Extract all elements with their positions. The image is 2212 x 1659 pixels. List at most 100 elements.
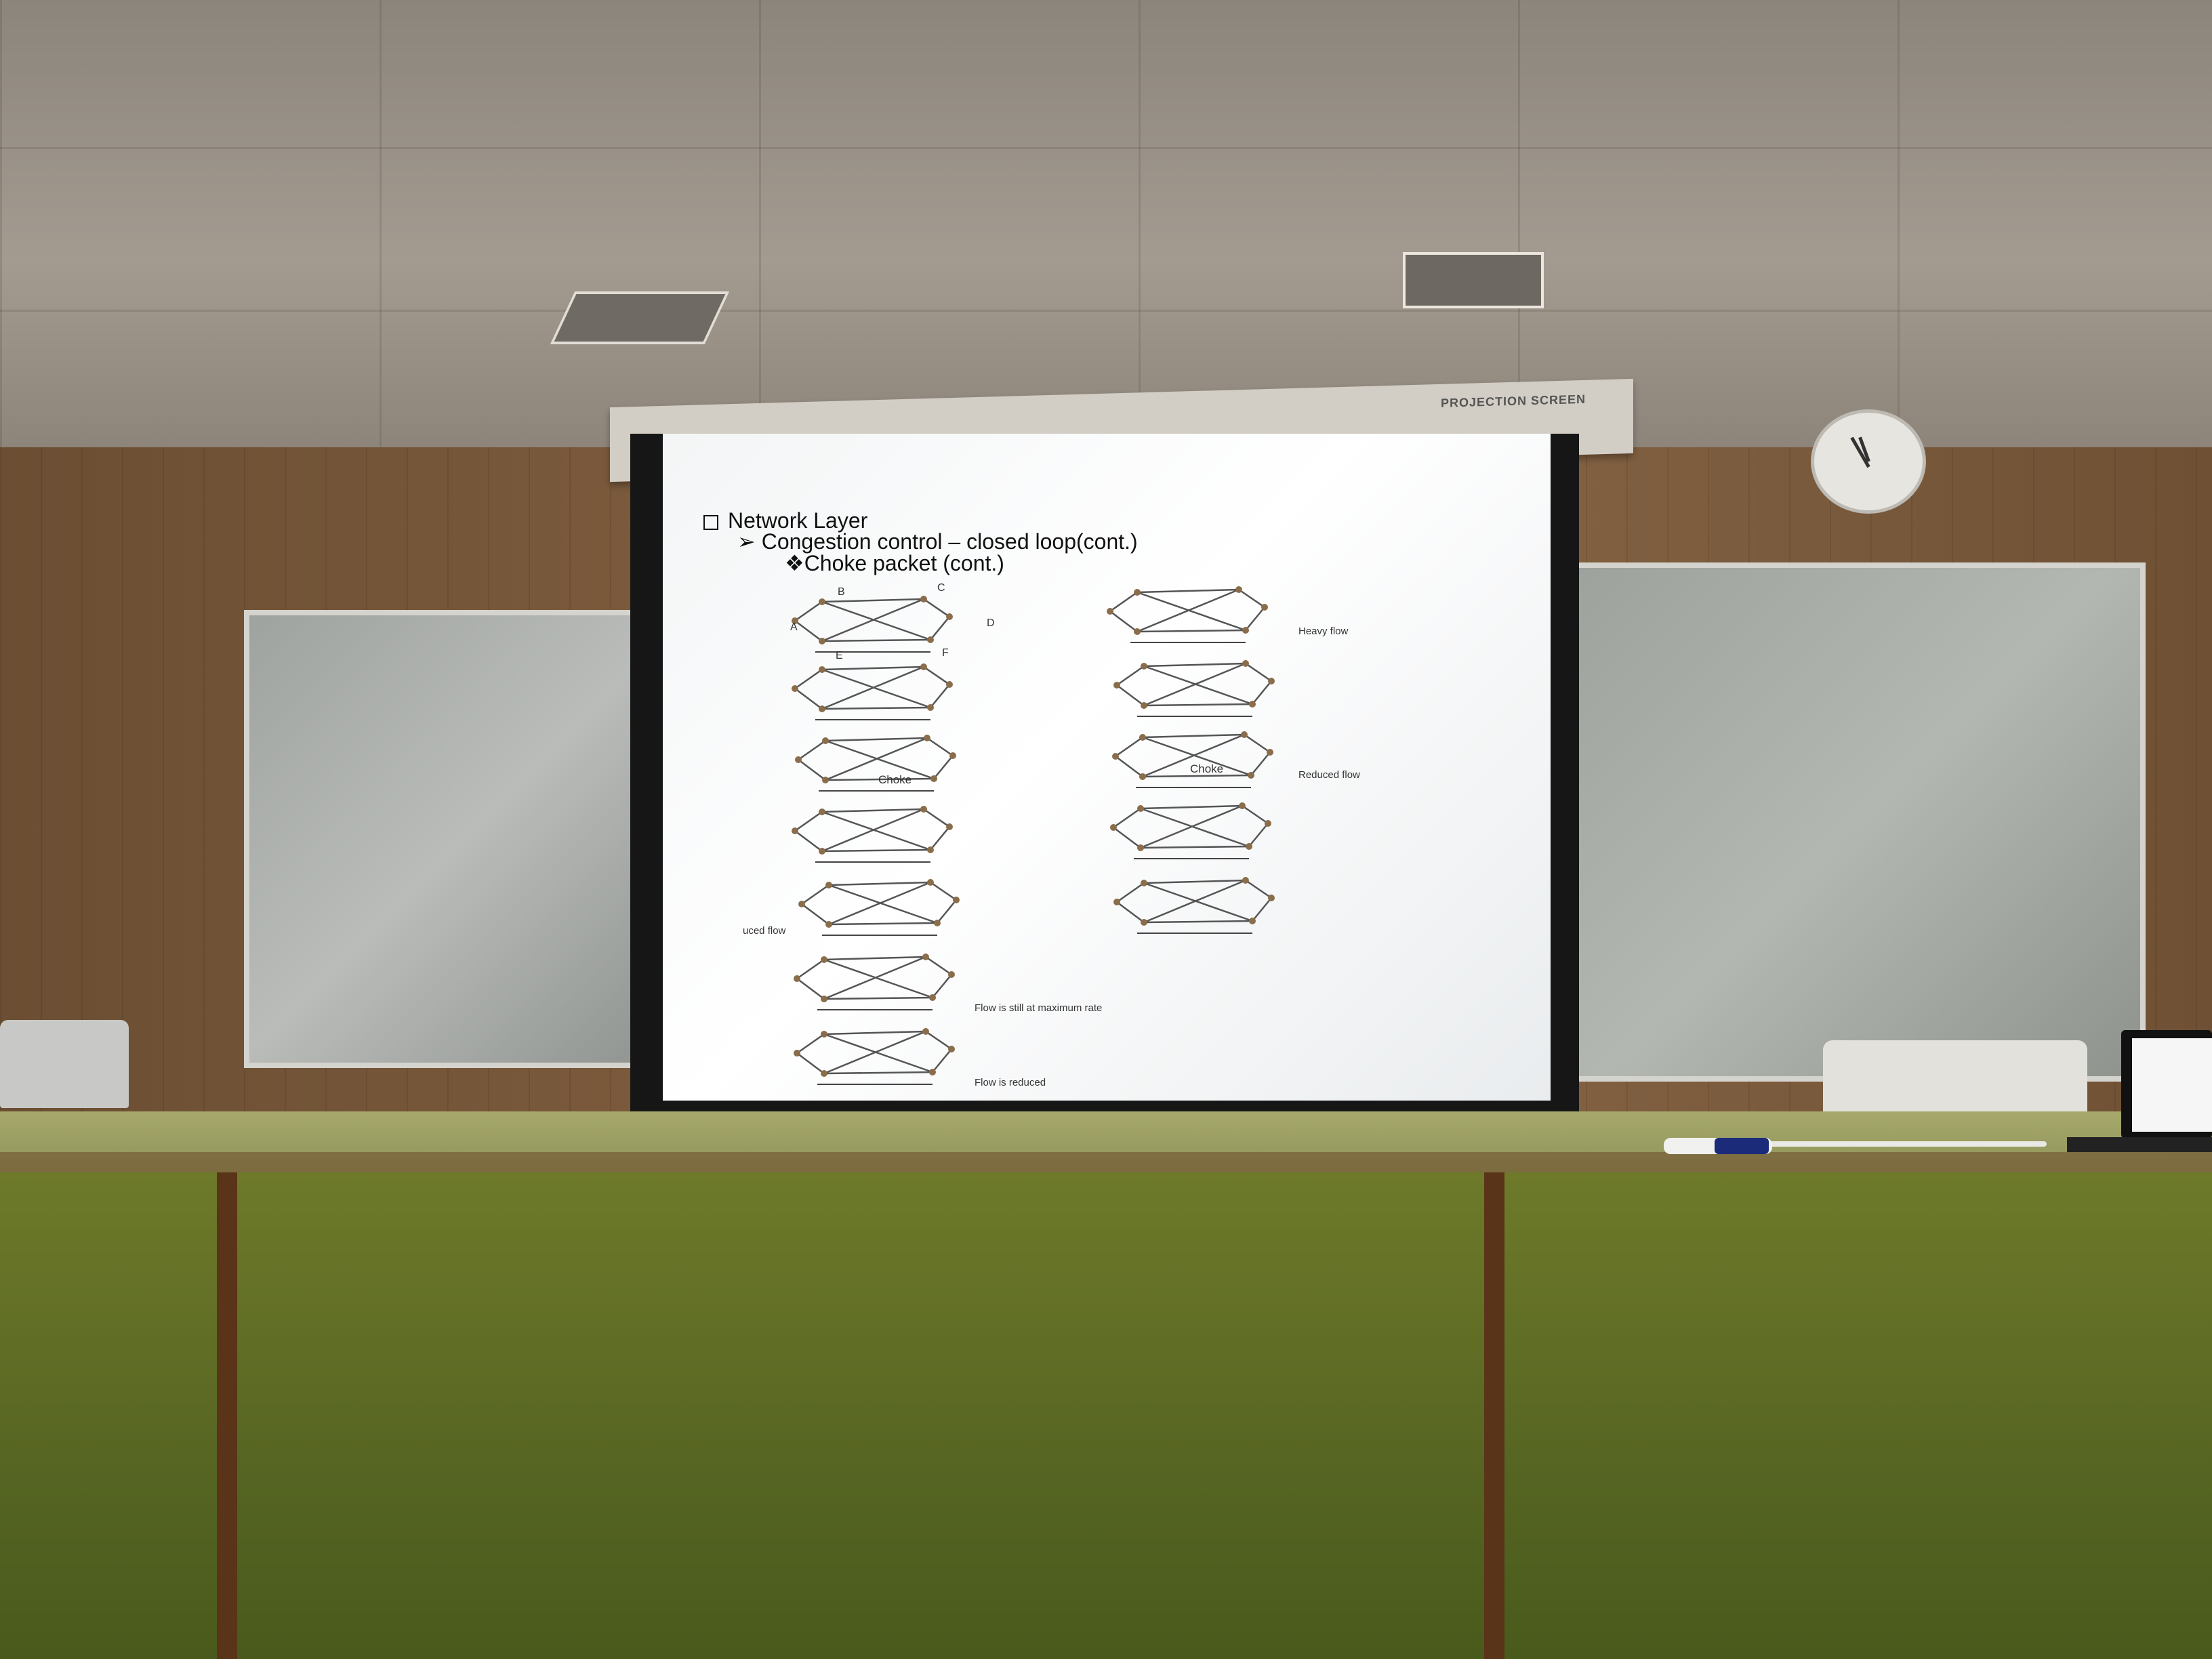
network-node (953, 897, 960, 903)
network-node (1137, 805, 1144, 812)
network-node (949, 752, 956, 759)
network-diagram (792, 806, 953, 863)
network-link (796, 1033, 825, 1054)
network-node (819, 666, 825, 673)
network-link (823, 996, 933, 1000)
projected-slide: Network Layer ➢ Congestion control – clo… (663, 434, 1551, 1101)
network-node (1141, 663, 1147, 670)
network-node (825, 882, 832, 888)
network-link (796, 978, 825, 1000)
network-link (1143, 662, 1246, 668)
network-diagram (794, 954, 955, 1010)
network-node (922, 954, 929, 960)
network-node (821, 1070, 827, 1077)
network-link (1143, 879, 1246, 924)
network-link (1248, 823, 1269, 847)
whiteboard-left (244, 610, 675, 1068)
network-node (927, 704, 934, 711)
network-link (926, 737, 954, 757)
network-link (828, 881, 931, 886)
network-link (923, 598, 950, 618)
network-link (1143, 703, 1253, 707)
network-link (1238, 588, 1265, 609)
network-link (1109, 611, 1138, 632)
network-diagram (795, 735, 956, 792)
network-node (948, 971, 955, 978)
network-link (1142, 733, 1245, 739)
network-link (821, 706, 931, 710)
network-link (925, 1030, 952, 1050)
left-choke-label: Choke (878, 773, 912, 786)
network-node (795, 756, 802, 763)
network-node (1139, 734, 1146, 741)
node-label-f: F (942, 647, 949, 659)
wall-clock (1811, 409, 1926, 514)
network-link (821, 665, 924, 710)
cable (1762, 1141, 2047, 1147)
ceiling-vent-right (1403, 252, 1544, 308)
network-link (933, 755, 954, 779)
network-link (794, 688, 823, 710)
network-node (1112, 753, 1119, 760)
network-node (922, 1028, 929, 1035)
network-node (821, 1031, 827, 1038)
laptop-base (2067, 1137, 2212, 1152)
network-node (1113, 682, 1120, 689)
network-node (1239, 802, 1246, 809)
network-node (794, 1050, 800, 1057)
network-node (1268, 895, 1275, 901)
network-link (821, 808, 924, 853)
network-node (1268, 678, 1275, 684)
network-node (948, 1046, 955, 1052)
right-reduced-flow: Reduced flow (1298, 769, 1360, 781)
network-link (794, 830, 823, 852)
whiteboard-right (1565, 562, 2146, 1082)
network-node (927, 636, 934, 643)
network-link (798, 759, 826, 781)
network-node (927, 846, 934, 853)
network-link (796, 958, 825, 980)
network-link (823, 956, 926, 961)
network-node (821, 956, 827, 963)
network-node (1267, 749, 1273, 756)
network-link (801, 903, 830, 925)
screen-brand-label: PROJECTION SCREEN (1440, 392, 1586, 410)
network-link (825, 737, 928, 742)
network-node (920, 663, 927, 670)
network-link (801, 884, 830, 905)
right-diagram-column (1107, 586, 1275, 934)
network-node (819, 598, 825, 605)
network-diagram (794, 1028, 955, 1085)
network-link (821, 638, 931, 642)
network-node (1249, 701, 1256, 708)
network-link (1252, 897, 1272, 922)
network-node (819, 808, 825, 815)
network-link (1245, 662, 1272, 682)
network-node (1107, 608, 1113, 615)
network-diagram (792, 663, 953, 720)
network-diagram (798, 879, 960, 936)
network-node (821, 996, 827, 1002)
network-link (1244, 733, 1271, 754)
network-link (794, 668, 823, 690)
network-link (1245, 879, 1272, 899)
note-flow-reduced: Flow is reduced (975, 1077, 1046, 1088)
network-node (1134, 589, 1141, 596)
network-link (794, 620, 823, 642)
network-diagram (1113, 660, 1275, 717)
network-link (821, 808, 924, 813)
marker-cap (1715, 1138, 1769, 1154)
network-node (1242, 660, 1249, 667)
network-node (792, 827, 798, 834)
network-node (819, 848, 825, 855)
network-diagram (1110, 802, 1271, 859)
network-node (920, 806, 927, 813)
network-diagram (792, 596, 953, 653)
network-link (1116, 882, 1145, 903)
network-node (1141, 919, 1147, 926)
network-node (1235, 586, 1242, 593)
right-heavy-flow: Heavy flow (1298, 626, 1349, 637)
network-node (1134, 628, 1141, 635)
podium-post-right (1484, 1172, 1504, 1659)
network-link (1116, 684, 1145, 706)
